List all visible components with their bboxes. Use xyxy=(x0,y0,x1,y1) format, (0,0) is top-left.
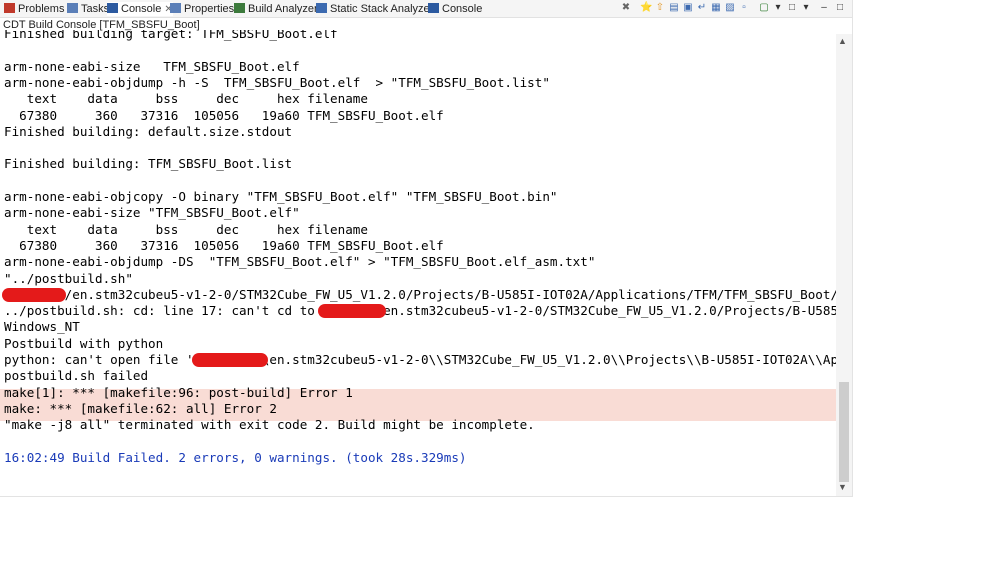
console-line: 16:02:49 Build Failed. 2 errors, 0 warni… xyxy=(4,449,467,465)
maximize-icon[interactable]: □ xyxy=(834,2,846,14)
terminate-icon[interactable]: ✖ xyxy=(620,2,632,14)
tab-label: Console xyxy=(442,3,483,15)
build-analyzer-icon xyxy=(234,3,245,13)
vertical-scrollbar[interactable]: ▲ ▼ xyxy=(836,34,852,496)
redaction-mark xyxy=(318,304,386,319)
display-console-icon[interactable]: ▫ xyxy=(738,2,750,14)
console-line: Finished building target: TFM_SBSFU_Boot… xyxy=(4,30,338,41)
problems-icon xyxy=(4,3,15,13)
console-line: /en.stm32cubeu5-v1-2-0/STM32Cube_FW_U5_V… xyxy=(4,286,836,302)
console-line: arm-none-eabi-size TFM_SBSFU_Boot.elf xyxy=(4,58,300,74)
tab-label: Console xyxy=(121,3,162,15)
tab-label: Properties xyxy=(184,3,235,15)
properties-icon xyxy=(170,3,181,13)
console-output[interactable]: Finished building target: TFM_SBSFU_Boot… xyxy=(0,30,836,496)
open-console-icon[interactable]: ▾ xyxy=(772,2,784,14)
console-line: Windows_NT xyxy=(4,319,80,335)
console-line: "../postbuild.sh" xyxy=(4,270,133,286)
word-wrap-icon[interactable]: ↵ xyxy=(696,2,708,14)
minimize-icon[interactable]: ‒ xyxy=(818,2,830,14)
redaction-mark xyxy=(192,353,268,367)
console-line: make: *** [makefile:62: all] Error 2 xyxy=(4,400,277,416)
pin-icon[interactable]: ⇧ xyxy=(654,2,666,14)
stack-analyzer-icon xyxy=(316,3,327,13)
tab-tasks[interactable]: Tasks xyxy=(67,2,109,16)
tab-properties[interactable]: Properties xyxy=(170,2,234,16)
tab-label: Tasks xyxy=(81,3,110,15)
remove-launch-icon[interactable]: ⭐ xyxy=(640,2,652,14)
scroll-lock-icon[interactable]: ▣ xyxy=(682,2,694,14)
console-line: Postbuild with python xyxy=(4,335,164,351)
tab-label: Static Stack Analyzer xyxy=(330,3,434,15)
console-line: 67380 360 37316 105056 19a60 TFM_SBSFU_B… xyxy=(4,237,444,253)
clear-console-icon[interactable]: ▤ xyxy=(668,2,680,14)
console-icon xyxy=(107,3,118,13)
console-line: ../postbuild.sh: cd: line 17: can't cd t… xyxy=(4,303,836,319)
console-line: 67380 360 37316 105056 19a60 TFM_SBSFU_B… xyxy=(4,107,444,123)
tab-problems[interactable]: Problems xyxy=(4,2,64,16)
console-toolbar: ✖ ⭐ ⇧ ▤ ▣ ↵ ▦ ▨ ▫ ▢ ▾ □ ▾ ‒ □ xyxy=(620,0,852,16)
console-line: arm-none-eabi-objdump -DS "TFM_SBSFU_Boo… xyxy=(4,254,596,270)
console-view: Problems Tasks Console ✕ Properties Build Ana… xyxy=(0,0,853,497)
console-line: arm-none-eabi-size "TFM_SBSFU_Boot.elf" xyxy=(4,205,300,221)
tab-console[interactable]: Console ✕ xyxy=(107,2,173,16)
scroll-down-icon[interactable]: ▼ xyxy=(838,482,847,492)
console-line: text data bss dec hex filename xyxy=(4,221,368,237)
console-line: make[1]: *** [makefile:96: post-build] E… xyxy=(4,384,353,400)
chevron-down-icon[interactable]: ▾ xyxy=(800,2,812,14)
console-line: Finished building: default.size.stdout xyxy=(4,123,293,139)
console-line: "make -j8 all" terminated with exit code… xyxy=(4,417,535,433)
console-line: python: can't open file ' \en.stm32cubeu… xyxy=(4,352,836,367)
tab-label: Problems xyxy=(18,3,65,15)
new-console-icon[interactable]: ▢ xyxy=(758,2,770,14)
scroll-up-icon[interactable]: ▲ xyxy=(838,36,847,46)
show-on-change-icon[interactable]: ▦ xyxy=(710,2,722,14)
console-line: arm-none-eabi-objdump -h -S TFM_SBSFU_Bo… xyxy=(4,74,550,90)
console-line: text data bss dec hex filename xyxy=(4,91,368,107)
scrollbar-thumb[interactable] xyxy=(839,382,849,482)
console-line: postbuild.sh failed xyxy=(4,368,149,384)
tasks-icon xyxy=(67,3,78,13)
view-menu-icon[interactable]: □ xyxy=(786,2,798,14)
tab-build-analyzer[interactable]: Build Analyzer xyxy=(234,2,318,16)
tab-console[interactable]: Console xyxy=(428,2,482,16)
console-line: Finished building: TFM_SBSFU_Boot.list xyxy=(4,156,293,172)
console-line: arm-none-eabi-objcopy -O binary "TFM_SBS… xyxy=(4,189,558,204)
tab-label: Build Analyzer xyxy=(248,3,318,15)
show-error-icon[interactable]: ▨ xyxy=(724,2,736,14)
console-icon xyxy=(428,3,439,13)
redaction-mark xyxy=(2,287,66,302)
tab-static-stack-analyzer[interactable]: Static Stack Analyzer xyxy=(316,2,433,16)
